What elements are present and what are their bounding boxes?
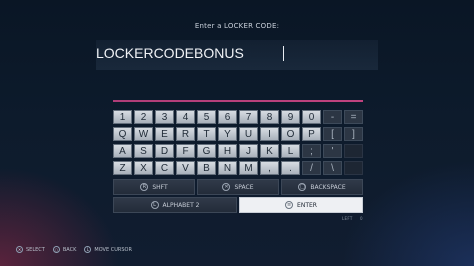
- key-,[interactable]: ,: [260, 161, 279, 175]
- key-N[interactable]: N: [218, 161, 237, 175]
- move-cursor-hint: L MOVE CURSOR: [84, 246, 132, 253]
- space-label: SPACE: [234, 183, 254, 191]
- key-blank[interactable]: [344, 161, 363, 175]
- key-E[interactable]: E: [155, 127, 174, 141]
- key-S[interactable]: S: [134, 144, 153, 158]
- key-9[interactable]: 9: [281, 110, 300, 124]
- key-U[interactable]: U: [239, 127, 258, 141]
- key-C[interactable]: C: [155, 161, 174, 175]
- key-7[interactable]: 7: [239, 110, 258, 124]
- key--[interactable]: -: [323, 110, 342, 124]
- key-4[interactable]: 4: [176, 110, 195, 124]
- key-0[interactable]: 0: [302, 110, 321, 124]
- back-hint-label: BACK: [62, 246, 77, 253]
- key-H[interactable]: H: [218, 144, 237, 158]
- key-6[interactable]: 6: [218, 110, 237, 124]
- l2-icon: L: [150, 201, 159, 209]
- alphabet-label: ALPHABET 2: [162, 201, 200, 209]
- key-5[interactable]: 5: [197, 110, 216, 124]
- key-1[interactable]: 1: [113, 110, 132, 124]
- keyboard-top-accent: [113, 100, 363, 102]
- key-2[interactable]: 2: [134, 110, 153, 124]
- cross-icon: ✕: [222, 183, 231, 191]
- text-caret: [283, 46, 284, 61]
- chars-left-count: 0: [360, 216, 363, 221]
- select-hint-label: SELECT: [26, 246, 45, 253]
- key-.[interactable]: .: [281, 161, 300, 175]
- key-Y[interactable]: Y: [218, 127, 237, 141]
- enter-label: ENTER: [297, 201, 317, 209]
- key-=[interactable]: =: [344, 110, 363, 124]
- enter-button[interactable]: ≡ ENTER: [239, 197, 363, 213]
- key-;[interactable]: ;: [302, 144, 321, 158]
- move-cursor-hint-label: MOVE CURSOR: [94, 246, 132, 253]
- space-button[interactable]: ✕ SPACE: [197, 179, 279, 195]
- key-G[interactable]: G: [197, 144, 216, 158]
- key-W[interactable]: W: [134, 127, 153, 141]
- key-R[interactable]: R: [176, 127, 195, 141]
- key-T[interactable]: T: [197, 127, 216, 141]
- key-X[interactable]: X: [134, 161, 153, 175]
- key-I[interactable]: I: [260, 127, 279, 141]
- cross-icon: ✕: [16, 246, 23, 253]
- key-P[interactable]: P: [302, 127, 321, 141]
- shift-label: SHFT: [152, 183, 168, 191]
- select-hint: ✕ SELECT: [16, 246, 45, 253]
- key-/[interactable]: /: [302, 161, 321, 175]
- r1-icon: R: [140, 183, 149, 191]
- key-blank[interactable]: [344, 144, 363, 158]
- square-icon: □: [298, 183, 307, 191]
- locker-code-value: LOCKERCODEBONUS: [96, 45, 244, 61]
- chars-left-label: LEFT: [342, 216, 353, 221]
- left-stick-icon: L: [84, 246, 92, 253]
- locker-code-prompt: Enter a LOCKER CODE:: [194, 22, 280, 30]
- circle-icon: ○: [52, 246, 60, 253]
- key-F[interactable]: F: [176, 144, 195, 158]
- key-'[interactable]: ': [323, 144, 342, 158]
- key-L[interactable]: L: [281, 144, 300, 158]
- key-\[interactable]: \: [323, 161, 342, 175]
- key-][interactable]: ]: [344, 127, 363, 141]
- key-3[interactable]: 3: [155, 110, 174, 124]
- key-J[interactable]: J: [239, 144, 258, 158]
- key-B[interactable]: B: [197, 161, 216, 175]
- controller-hints: ✕ SELECT ○ BACK L MOVE CURSOR: [16, 246, 132, 253]
- backspace-button[interactable]: □ BACKSPACE: [281, 179, 363, 195]
- key-O[interactable]: O: [281, 127, 300, 141]
- alphabet-toggle-button[interactable]: L ALPHABET 2: [113, 197, 237, 213]
- key-Z[interactable]: Z: [113, 161, 132, 175]
- backspace-label: BACKSPACE: [310, 183, 346, 191]
- key-A[interactable]: A: [113, 144, 132, 158]
- back-hint: ○ BACK: [52, 246, 77, 253]
- key-Q[interactable]: Q: [113, 127, 132, 141]
- shift-button[interactable]: R SHFT: [113, 179, 195, 195]
- key-[[interactable]: [: [323, 127, 342, 141]
- key-8[interactable]: 8: [260, 110, 279, 124]
- key-M[interactable]: M: [239, 161, 258, 175]
- key-D[interactable]: D: [155, 144, 174, 158]
- options-icon: ≡: [285, 201, 294, 209]
- key-V[interactable]: V: [176, 161, 195, 175]
- key-K[interactable]: K: [260, 144, 279, 158]
